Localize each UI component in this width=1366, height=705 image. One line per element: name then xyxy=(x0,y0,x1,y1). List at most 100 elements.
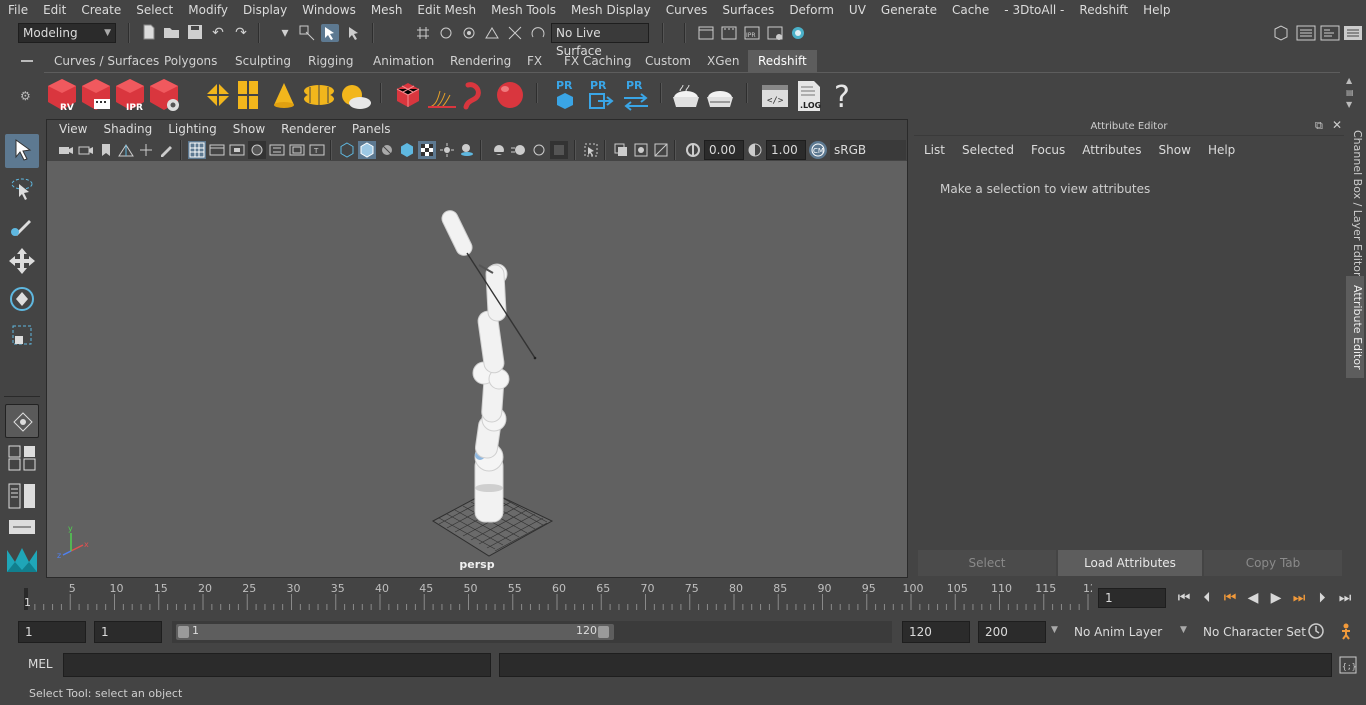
camera-attributes-icon[interactable] xyxy=(77,141,95,159)
four-pane-layout-icon[interactable] xyxy=(5,444,39,472)
mode-dropdown[interactable]: Modeling ▼ xyxy=(18,23,116,43)
redshift-render-sequence-icon[interactable] xyxy=(80,77,112,113)
redshift-sun-sky-icon[interactable] xyxy=(338,77,372,113)
pr-proxy-swap-icon[interactable]: PR xyxy=(622,77,650,113)
current-frame-field[interactable]: 1 xyxy=(1098,588,1166,608)
viewport-menu-shading[interactable]: Shading xyxy=(95,120,160,139)
anti-aliasing-icon[interactable] xyxy=(530,141,548,159)
shelf-settings-gear-icon[interactable]: ⚙ xyxy=(20,89,31,103)
lasso-tool-icon[interactable] xyxy=(5,172,39,206)
shelf-tab-fx-caching[interactable]: FX Caching xyxy=(554,50,641,72)
anim-layer-dropdown[interactable]: No Anim Layer xyxy=(1074,625,1162,639)
gamma-field[interactable]: 1.00 xyxy=(766,140,806,160)
panel-layout-icon[interactable] xyxy=(5,518,39,536)
menu-edit-mesh[interactable]: Edit Mesh xyxy=(409,0,483,20)
camera-select-icon[interactable] xyxy=(57,141,75,159)
motion-blur-icon[interactable] xyxy=(510,141,528,159)
grease-pencil-icon[interactable] xyxy=(157,141,175,159)
redshift-help-icon[interactable]: ? xyxy=(832,77,854,115)
range-slider[interactable]: 1 120 xyxy=(172,621,892,643)
make-live-icon[interactable] xyxy=(529,24,547,42)
redshift-bake-icon[interactable] xyxy=(670,77,702,113)
textured-icon[interactable] xyxy=(418,141,436,159)
close-panel-icon[interactable]: ✕ xyxy=(1332,118,1342,132)
redshift-volume-icon[interactable] xyxy=(394,77,422,113)
select-by-component-icon[interactable] xyxy=(345,24,363,42)
toggle-attribute-editor-icon[interactable] xyxy=(1320,24,1340,42)
snap-view-plane-icon[interactable] xyxy=(483,24,501,42)
menu-cache[interactable]: Cache xyxy=(944,0,996,20)
redshift-render-view-icon[interactable]: RV xyxy=(46,77,78,113)
render-settings-icon[interactable] xyxy=(697,24,715,42)
redshift-sphere-icon[interactable] xyxy=(494,77,526,113)
undo-icon[interactable]: ↶ xyxy=(209,24,227,42)
redshift-light-icon[interactable] xyxy=(270,77,298,113)
safe-title-icon[interactable]: T xyxy=(308,141,326,159)
redo-icon[interactable]: ↷ xyxy=(232,24,250,42)
go-to-end-icon[interactable]: ⏭ xyxy=(1335,588,1355,608)
shelf-tab-fx[interactable]: FX xyxy=(517,50,552,72)
anim-end-field[interactable]: 200 xyxy=(978,621,1046,643)
menu-select[interactable]: Select xyxy=(128,0,180,20)
redshift-proxy-icon[interactable] xyxy=(202,77,234,113)
bookmark-icon[interactable] xyxy=(97,141,115,159)
smooth-shade-icon[interactable] xyxy=(358,141,376,159)
range-start-handle[interactable] xyxy=(178,626,189,638)
step-back-frame-icon[interactable]: ⏴ xyxy=(1197,588,1217,608)
shelf-scroll-up-icon[interactable]: ▲ xyxy=(1346,76,1352,86)
shelf-tab-rendering[interactable]: Rendering xyxy=(440,50,521,72)
xray-joints-icon[interactable] xyxy=(632,141,650,159)
isolate-select-icon[interactable] xyxy=(582,141,600,159)
time-slider[interactable]: 5 10 15 20 25 30 35 40 45 50 55 60 65 70 75 80 85 90 95 100… xyxy=(18,580,1092,612)
image-plane-icon[interactable] xyxy=(117,141,135,159)
redshift-dome-light-icon[interactable] xyxy=(302,77,336,113)
redshift-mesh-icon[interactable] xyxy=(236,77,260,113)
attr-menu-selected[interactable]: Selected xyxy=(952,140,1021,160)
shadows-icon[interactable] xyxy=(458,141,476,159)
resolution-gate-icon[interactable] xyxy=(228,141,246,159)
shelf-tab-polygons[interactable]: Polygons xyxy=(154,50,227,72)
redshift-ipr-icon[interactable]: IPR xyxy=(114,77,146,113)
range-end-handle[interactable] xyxy=(598,626,609,638)
grid-toggle-icon[interactable] xyxy=(188,141,206,159)
view-transform-field[interactable]: sRGB gamma xyxy=(830,140,906,177)
redshift-curve-object-icon[interactable] xyxy=(460,77,490,113)
menu-help[interactable]: Help xyxy=(1135,0,1177,20)
hypershade-icon[interactable] xyxy=(789,24,807,42)
play-backwards-icon[interactable]: ◀ xyxy=(1243,588,1263,608)
rotate-tool-icon[interactable] xyxy=(5,282,39,316)
character-set-dropdown[interactable]: No Character Set xyxy=(1203,625,1306,639)
menu-display[interactable]: Display xyxy=(235,0,294,20)
paint-select-tool-icon[interactable] xyxy=(5,208,39,242)
toggle-tool-settings-icon[interactable] xyxy=(1343,24,1362,42)
select-button[interactable]: Select xyxy=(918,550,1056,576)
shelf-collapse-handle[interactable] xyxy=(21,60,33,62)
select-tool-icon[interactable] xyxy=(5,134,39,168)
menu-mesh[interactable]: Mesh xyxy=(363,0,410,20)
menu-file[interactable]: File xyxy=(0,0,35,20)
snap-point-icon[interactable] xyxy=(460,24,478,42)
single-pane-layout-icon[interactable] xyxy=(5,404,39,438)
shelf-scroll-down-icon[interactable]: ▼ xyxy=(1346,100,1352,110)
depth-of-field-icon[interactable] xyxy=(550,141,568,159)
channel-box-tab[interactable]: Channel Box / Layer Editor xyxy=(1346,128,1364,278)
workspace-icon[interactable] xyxy=(1272,24,1290,42)
redshift-log-icon[interactable]: .LOG xyxy=(794,77,824,113)
script-editor-icon[interactable]: {;} xyxy=(1338,655,1358,675)
attribute-editor-tab[interactable]: Attribute Editor xyxy=(1346,276,1364,378)
script-language-toggle[interactable]: MEL xyxy=(28,657,53,671)
animation-preferences-icon[interactable] xyxy=(1336,621,1356,641)
anim-start-field[interactable]: 1 xyxy=(94,621,162,643)
open-scene-icon[interactable] xyxy=(163,24,181,42)
chevron-down-icon[interactable]: ▼ xyxy=(1051,625,1058,635)
snap-curve-icon[interactable] xyxy=(437,24,455,42)
play-forwards-icon[interactable]: ▶ xyxy=(1266,588,1286,608)
menu-set-icon[interactable]: ▾ xyxy=(276,24,294,42)
2d-pan-zoom-icon[interactable] xyxy=(137,141,155,159)
select-by-hierarchy-icon[interactable] xyxy=(298,24,316,42)
viewport-menu-renderer[interactable]: Renderer xyxy=(273,120,344,139)
wireframe-icon[interactable] xyxy=(338,141,356,159)
pr-proxy-export-icon[interactable]: PR xyxy=(588,77,614,113)
pr-mesh-export-icon[interactable]: PR xyxy=(554,77,576,113)
shelf-tab-custom[interactable]: Custom xyxy=(635,50,701,72)
